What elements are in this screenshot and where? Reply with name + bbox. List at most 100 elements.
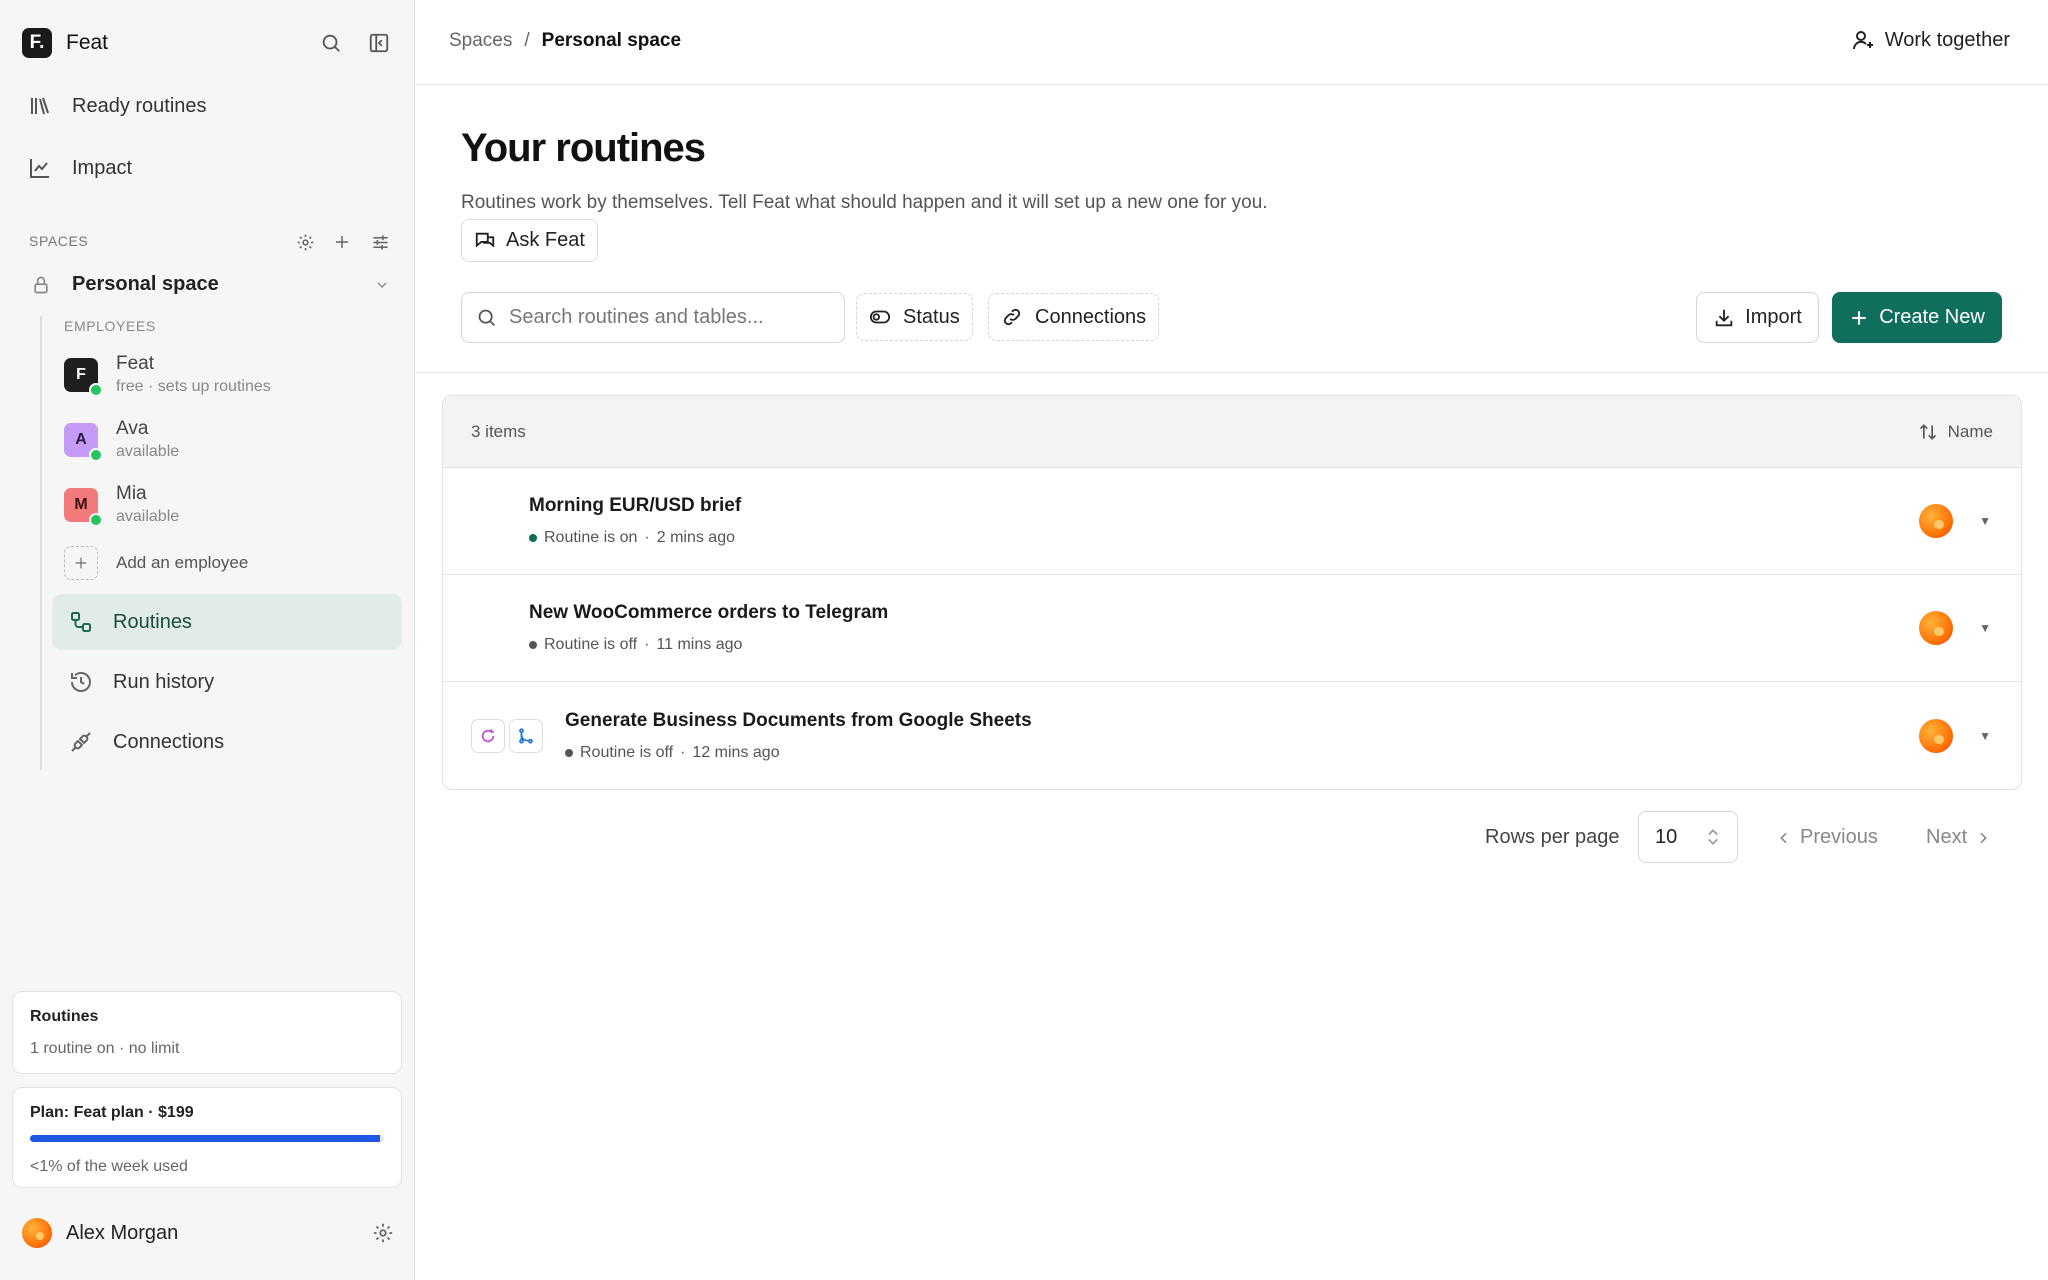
sidebar-toggle-icon[interactable] bbox=[364, 28, 394, 58]
plan-card[interactable]: Plan: Feat plan · $199 <1% of the week u… bbox=[12, 1087, 402, 1188]
ask-feat-label: Ask Feat bbox=[506, 229, 585, 251]
rows-per-page-select[interactable]: 10 bbox=[1638, 811, 1738, 863]
sidebar: F. Feat Ready routines Impact SPACES Per… bbox=[0, 0, 415, 1280]
status-time: 12 mins ago bbox=[692, 743, 780, 761]
status-dot bbox=[529, 534, 537, 542]
employee-status: available bbox=[116, 508, 180, 525]
employee-status: free · sets up routines bbox=[116, 378, 271, 395]
lock-icon bbox=[34, 276, 48, 293]
table-row[interactable]: New WooCommerce orders to Telegram Routi… bbox=[443, 575, 2021, 682]
breadcrumb: Spaces / Personal space bbox=[449, 30, 681, 52]
caret-down-icon[interactable]: ▼ bbox=[1979, 729, 1991, 743]
avatar: F bbox=[64, 357, 103, 397]
card-sub: 1 routine on · no limit bbox=[30, 1040, 180, 1057]
routine-title[interactable]: New WooCommerce orders to Telegram bbox=[529, 602, 888, 624]
status-time: 2 mins ago bbox=[656, 529, 735, 546]
chevron-down-icon[interactable] bbox=[374, 277, 390, 293]
add-employee-button[interactable]: Add an employee bbox=[64, 546, 248, 580]
space-settings-icon[interactable] bbox=[292, 229, 318, 255]
link-icon bbox=[1003, 308, 1021, 326]
caret-down-icon[interactable]: ▼ bbox=[1979, 514, 1991, 528]
sidebar-item-label: Connections bbox=[113, 730, 225, 753]
avatar: M bbox=[64, 487, 103, 527]
table-row[interactable]: Generate Business Documents from Google … bbox=[443, 682, 2021, 789]
nav-label: Impact bbox=[72, 156, 133, 179]
avatar bbox=[22, 1218, 52, 1248]
plan-title: Plan: Feat plan · $199 bbox=[30, 1104, 194, 1121]
user-plus-icon bbox=[1852, 31, 1873, 50]
nav-ready-routines[interactable]: Ready routines bbox=[28, 94, 207, 118]
brand-name: Feat bbox=[66, 31, 109, 54]
rows-per-page-label: Rows per page bbox=[1485, 826, 1620, 848]
nav-impact[interactable]: Impact bbox=[28, 156, 132, 180]
add-employee-label: Add an employee bbox=[116, 553, 249, 572]
plug-icon bbox=[71, 732, 91, 752]
page-title: Your routines bbox=[461, 126, 706, 170]
ask-feat-button[interactable]: Ask Feat bbox=[461, 219, 598, 262]
plan-progress-fill bbox=[30, 1135, 381, 1142]
space-name: Personal space bbox=[72, 273, 219, 295]
search-icon[interactable] bbox=[316, 28, 346, 58]
brand[interactable]: F. Feat bbox=[22, 28, 108, 58]
add-space-icon[interactable] bbox=[329, 229, 355, 255]
table-row[interactable]: Morning EUR/USD brief Routine is on · 2 … bbox=[443, 468, 2021, 575]
chevron-right-icon bbox=[1980, 832, 1987, 843]
search-input[interactable] bbox=[509, 306, 829, 329]
sidebar-item-run-history[interactable]: Run history bbox=[52, 654, 402, 710]
employee-status: available bbox=[116, 443, 180, 460]
history-icon bbox=[71, 672, 91, 692]
tree-line bbox=[40, 316, 42, 770]
chat-icon bbox=[475, 232, 495, 247]
main-content: Spaces / Personal space Work together Yo… bbox=[416, 0, 2048, 1280]
avatar bbox=[1919, 611, 1954, 645]
sidebar-item-connections[interactable]: Connections bbox=[52, 714, 402, 770]
sort-by-name-button[interactable]: Name bbox=[1918, 422, 1993, 442]
status-text: Routine is off bbox=[580, 743, 674, 761]
plan-progress-bar bbox=[30, 1135, 384, 1142]
work-together-label: Work together bbox=[1884, 28, 2010, 51]
employee-feat[interactable]: F Feat free · sets up routines bbox=[64, 353, 271, 397]
download-icon bbox=[1715, 309, 1733, 326]
employee-ava[interactable]: A Ava available bbox=[64, 418, 180, 462]
plus-icon bbox=[1852, 310, 1866, 325]
routines-icon bbox=[71, 612, 91, 632]
breadcrumb-current: Personal space bbox=[541, 30, 682, 51]
caret-down-icon[interactable]: ▼ bbox=[1979, 621, 1991, 635]
create-new-label: Create New bbox=[1879, 306, 1985, 328]
user-profile[interactable]: Alex Morgan bbox=[22, 1218, 394, 1248]
breadcrumb-root[interactable]: Spaces bbox=[449, 30, 512, 52]
import-button[interactable]: Import bbox=[1696, 292, 1819, 343]
gear-icon[interactable] bbox=[372, 1222, 394, 1244]
previous-page-button[interactable]: Previous bbox=[1776, 826, 1878, 849]
chevron-up-down-icon bbox=[1708, 829, 1718, 845]
sort-icon bbox=[1919, 423, 1936, 440]
work-together-button[interactable]: Work together bbox=[1851, 28, 2010, 52]
employees-label: EMPLOYEES bbox=[64, 318, 156, 334]
status-dot bbox=[565, 748, 573, 757]
sort-label: Name bbox=[1947, 421, 1993, 441]
sidebar-item-routines[interactable]: Routines bbox=[52, 594, 402, 650]
spaces-label: SPACES bbox=[29, 233, 89, 249]
connections-filter[interactable]: Connections bbox=[988, 293, 1160, 341]
breadcrumb-separator: / bbox=[524, 30, 530, 51]
chevron-left-icon bbox=[1780, 832, 1787, 843]
page-description: Routines work by themselves. Tell Feat w… bbox=[461, 192, 1268, 213]
space-personal[interactable]: Personal space bbox=[30, 273, 390, 296]
plus-icon bbox=[64, 546, 98, 580]
sliders-icon[interactable] bbox=[367, 229, 393, 255]
status-filter[interactable]: Status bbox=[856, 293, 973, 341]
search-box[interactable] bbox=[461, 292, 845, 343]
create-new-button[interactable]: Create New bbox=[1832, 292, 2002, 343]
status-dot bbox=[529, 641, 537, 649]
routine-title[interactable]: Morning EUR/USD brief bbox=[529, 495, 741, 517]
topbar: Spaces / Personal space Work together bbox=[416, 0, 2048, 85]
avatar bbox=[1919, 718, 1954, 753]
employee-name: Feat bbox=[116, 353, 155, 374]
next-page-button[interactable]: Next bbox=[1926, 826, 1991, 849]
employee-mia[interactable]: M Mia available bbox=[64, 483, 180, 527]
status-filter-label: Status bbox=[903, 305, 960, 328]
library-icon bbox=[31, 97, 49, 115]
refresh-icon bbox=[471, 718, 505, 753]
routine-title[interactable]: Generate Business Documents from Google … bbox=[565, 710, 1032, 732]
row-app-icons bbox=[471, 718, 565, 753]
